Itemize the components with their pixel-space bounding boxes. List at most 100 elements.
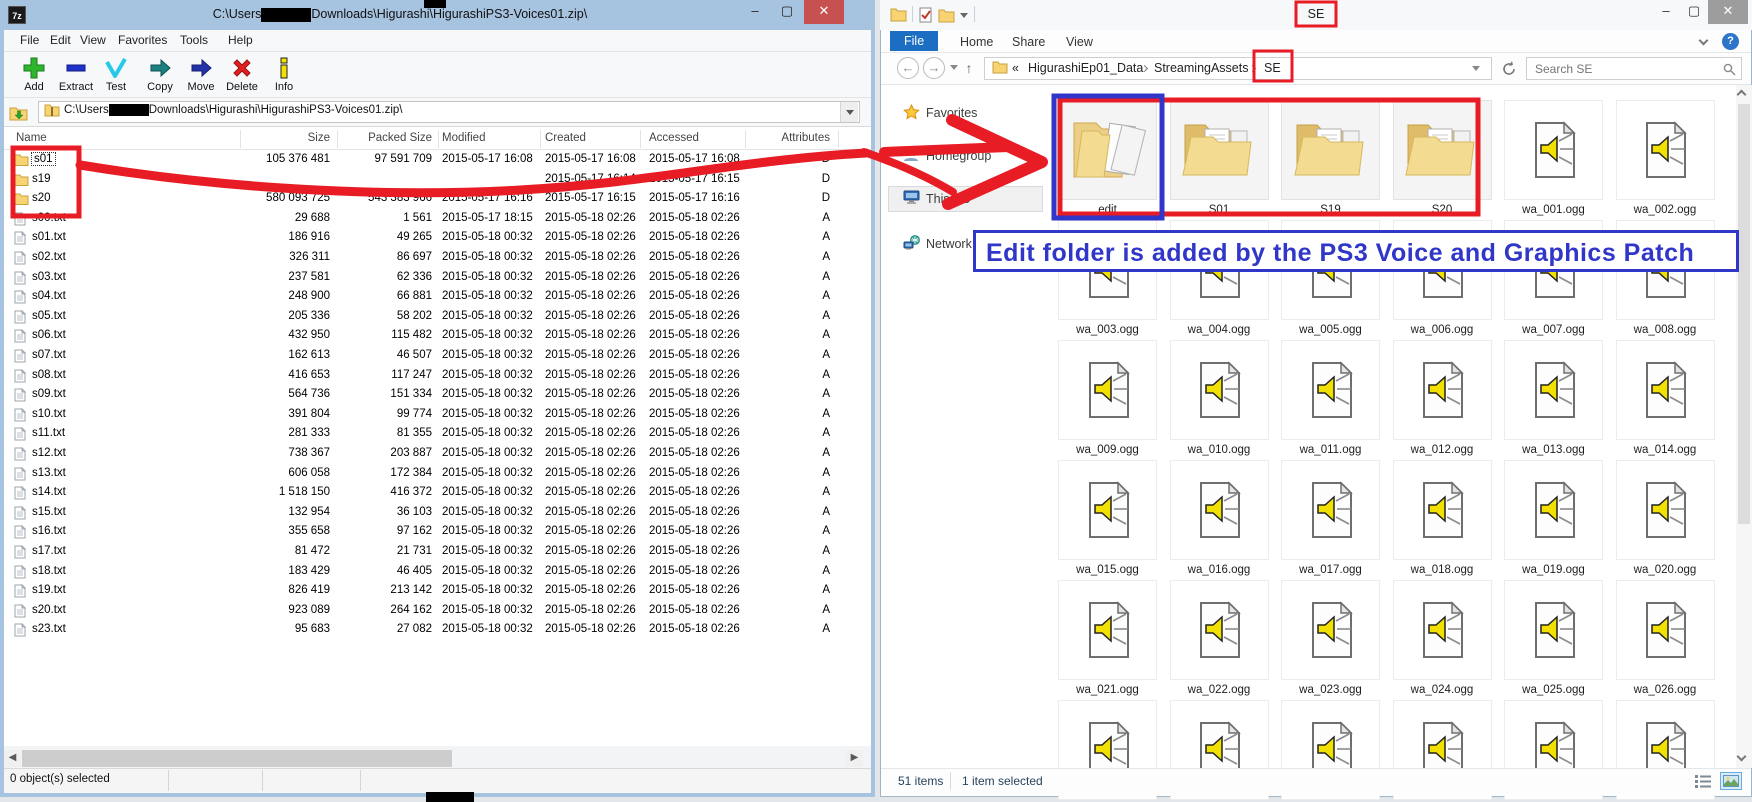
- breadcrumb-se[interactable]: SE: [1264, 61, 1281, 75]
- tab-home[interactable]: Home: [950, 33, 1003, 51]
- grid-item-wa_024.ogg[interactable]: [1393, 580, 1492, 680]
- copy-button[interactable]: Copy: [138, 54, 182, 96]
- file-row[interactable]: s18.txt183 42946 4052015-05-18 00:322015…: [4, 562, 871, 582]
- file-row[interactable]: s20580 093 725543 383 9662015-05-17 16:1…: [4, 189, 871, 209]
- breadcrumb-overflow[interactable]: «: [1012, 61, 1019, 75]
- sidebar-item-homegroup[interactable]: Homegroup: [926, 149, 991, 163]
- info-button[interactable]: Info: [262, 54, 306, 96]
- grid-item-S19[interactable]: [1281, 100, 1380, 200]
- file-row[interactable]: s192015-05-17 16:142015-05-17 16:15D: [4, 170, 871, 190]
- sidebar-item-network[interactable]: Network: [926, 237, 972, 251]
- grid-item-wa_020.ogg[interactable]: [1616, 460, 1715, 560]
- hscroll-left-button[interactable]: ◀: [4, 750, 21, 767]
- grid-item-wa_014.ogg[interactable]: [1616, 340, 1715, 440]
- file-row[interactable]: s16.txt355 65897 1622015-05-18 00:322015…: [4, 522, 871, 542]
- column-header-name[interactable]: Name: [16, 132, 216, 144]
- grid-item-wa_013.ogg[interactable]: [1504, 340, 1603, 440]
- file-row[interactable]: s08.txt416 653117 2472015-05-18 00:32201…: [4, 366, 871, 386]
- grid-item-wa_022.ogg[interactable]: [1170, 580, 1269, 680]
- grid-item-wa_023.ogg[interactable]: [1281, 580, 1380, 680]
- file-row[interactable]: s10.txt391 80499 7742015-05-18 00:322015…: [4, 405, 871, 425]
- maximize-button[interactable]: ▢: [772, 0, 802, 24]
- minimize-button[interactable]: –: [740, 0, 770, 24]
- qat-properties-icon[interactable]: [918, 7, 934, 28]
- test-button[interactable]: Test: [94, 54, 138, 96]
- column-header-size[interactable]: Size: [242, 132, 330, 144]
- grid-item-wa_026.ogg[interactable]: [1616, 580, 1715, 680]
- grid-item-wa_018.ogg[interactable]: [1393, 460, 1492, 560]
- delete-button[interactable]: Delete: [220, 54, 264, 96]
- close-button[interactable]: ✕: [804, 0, 844, 24]
- grid-item-wa_015.ogg[interactable]: [1058, 460, 1157, 560]
- grid-item-wa_002.ogg[interactable]: [1616, 100, 1715, 200]
- file-row[interactable]: s07.txt162 61346 5072015-05-18 00:322015…: [4, 346, 871, 366]
- file-row[interactable]: s01.txt186 91649 2652015-05-18 00:322015…: [4, 228, 871, 248]
- address-dropdown-button[interactable]: [840, 102, 858, 122]
- hscroll-thumb[interactable]: [22, 750, 452, 767]
- file-row[interactable]: s09.txt564 736151 3342015-05-18 00:32201…: [4, 385, 871, 405]
- move-button[interactable]: Move: [179, 54, 223, 96]
- file-row[interactable]: s01105 376 48197 591 7092015-05-17 16:08…: [4, 150, 871, 170]
- forward-button[interactable]: →: [923, 57, 945, 79]
- grid-item-wa_011.ogg[interactable]: [1281, 340, 1380, 440]
- grid-item-edit[interactable]: [1058, 100, 1157, 200]
- refresh-icon[interactable]: [1498, 57, 1520, 80]
- file-row[interactable]: s23.txt95 68327 0822015-05-18 00:322015-…: [4, 620, 871, 640]
- grid-item-wa_001.ogg[interactable]: [1504, 100, 1603, 200]
- file-row[interactable]: s19.txt826 419213 1422015-05-18 00:32201…: [4, 581, 871, 601]
- file-row[interactable]: s04.txt248 90066 8812015-05-18 00:322015…: [4, 287, 871, 307]
- grid-item-wa_019.ogg[interactable]: [1504, 460, 1603, 560]
- grid-item-wa_021.ogg[interactable]: [1058, 580, 1157, 680]
- search-input[interactable]: [1535, 60, 1715, 77]
- sidebar-item-favorites[interactable]: Favorites: [926, 106, 977, 120]
- details-view-button[interactable]: [1692, 772, 1714, 790]
- menu-tools[interactable]: Tools: [180, 33, 208, 47]
- back-button[interactable]: ←: [897, 57, 919, 79]
- grid-item-wa_017.ogg[interactable]: [1281, 460, 1380, 560]
- tab-file[interactable]: File: [890, 31, 938, 51]
- file-row[interactable]: s05.txt205 33658 2022015-05-18 00:322015…: [4, 307, 871, 327]
- column-header-packed-size[interactable]: Packed Size: [340, 132, 432, 144]
- sidebar-item-this-pc[interactable]: This PC: [926, 192, 970, 206]
- maximize-button[interactable]: ▢: [1680, 0, 1708, 24]
- grid-item-S01[interactable]: [1170, 100, 1269, 200]
- file-row[interactable]: s12.txt738 367203 8872015-05-18 00:32201…: [4, 444, 871, 464]
- file-row[interactable]: s00.txt29 6881 5612015-05-17 18:152015-0…: [4, 209, 871, 229]
- grid-item-wa_016.ogg[interactable]: [1170, 460, 1269, 560]
- file-row[interactable]: s20.txt923 089264 1622015-05-18 00:32201…: [4, 601, 871, 621]
- help-icon[interactable]: ?: [1722, 33, 1739, 50]
- column-header-created[interactable]: Created: [545, 132, 641, 144]
- breadcrumb-higurashiep01-data[interactable]: HigurashiEp01_Data: [1028, 61, 1143, 75]
- tab-view[interactable]: View: [1056, 33, 1103, 51]
- menu-edit[interactable]: Edit: [50, 33, 71, 47]
- vscroll-thumb[interactable]: [1738, 104, 1750, 524]
- column-header-accessed[interactable]: Accessed: [649, 132, 745, 144]
- thumbnails-view-button[interactable]: [1720, 772, 1742, 790]
- breadcrumb-streamingassets[interactable]: StreamingAssets: [1154, 61, 1248, 75]
- up-button[interactable]: ↑: [958, 57, 980, 79]
- extract-button[interactable]: Extract: [54, 54, 98, 96]
- file-row[interactable]: s06.txt432 950115 4822015-05-18 00:32201…: [4, 326, 871, 346]
- file-row[interactable]: s02.txt326 31186 6972015-05-18 00:322015…: [4, 248, 871, 268]
- menu-favorites[interactable]: Favorites: [118, 33, 167, 47]
- grid-item-wa_010.ogg[interactable]: [1170, 340, 1269, 440]
- menu-help[interactable]: Help: [228, 33, 253, 47]
- file-row[interactable]: s15.txt132 95436 1032015-05-18 00:322015…: [4, 503, 871, 523]
- menu-file[interactable]: File: [20, 33, 39, 47]
- add-button[interactable]: Add: [12, 54, 56, 96]
- grid-item-wa_025.ogg[interactable]: [1504, 580, 1603, 680]
- grid-item-wa_009.ogg[interactable]: [1058, 340, 1157, 440]
- file-row[interactable]: s11.txt281 33381 3552015-05-18 00:322015…: [4, 424, 871, 444]
- file-row[interactable]: s03.txt237 58162 3362015-05-18 00:322015…: [4, 268, 871, 288]
- file-row[interactable]: s14.txt1 518 150416 3722015-05-18 00:322…: [4, 483, 871, 503]
- minimize-button[interactable]: –: [1652, 0, 1680, 24]
- qat-new-folder-icon[interactable]: [938, 8, 955, 28]
- grid-item-wa_012.ogg[interactable]: [1393, 340, 1492, 440]
- column-header-attributes[interactable]: Attributes: [746, 132, 830, 144]
- parent-folder-button[interactable]: [8, 102, 30, 122]
- column-header-modified[interactable]: Modified: [442, 132, 538, 144]
- grid-item-S20[interactable]: [1393, 100, 1492, 200]
- menu-view[interactable]: View: [80, 33, 106, 47]
- file-row[interactable]: s17.txt81 47221 7312015-05-18 00:322015-…: [4, 542, 871, 562]
- file-row[interactable]: s13.txt606 058172 3842015-05-18 00:32201…: [4, 464, 871, 484]
